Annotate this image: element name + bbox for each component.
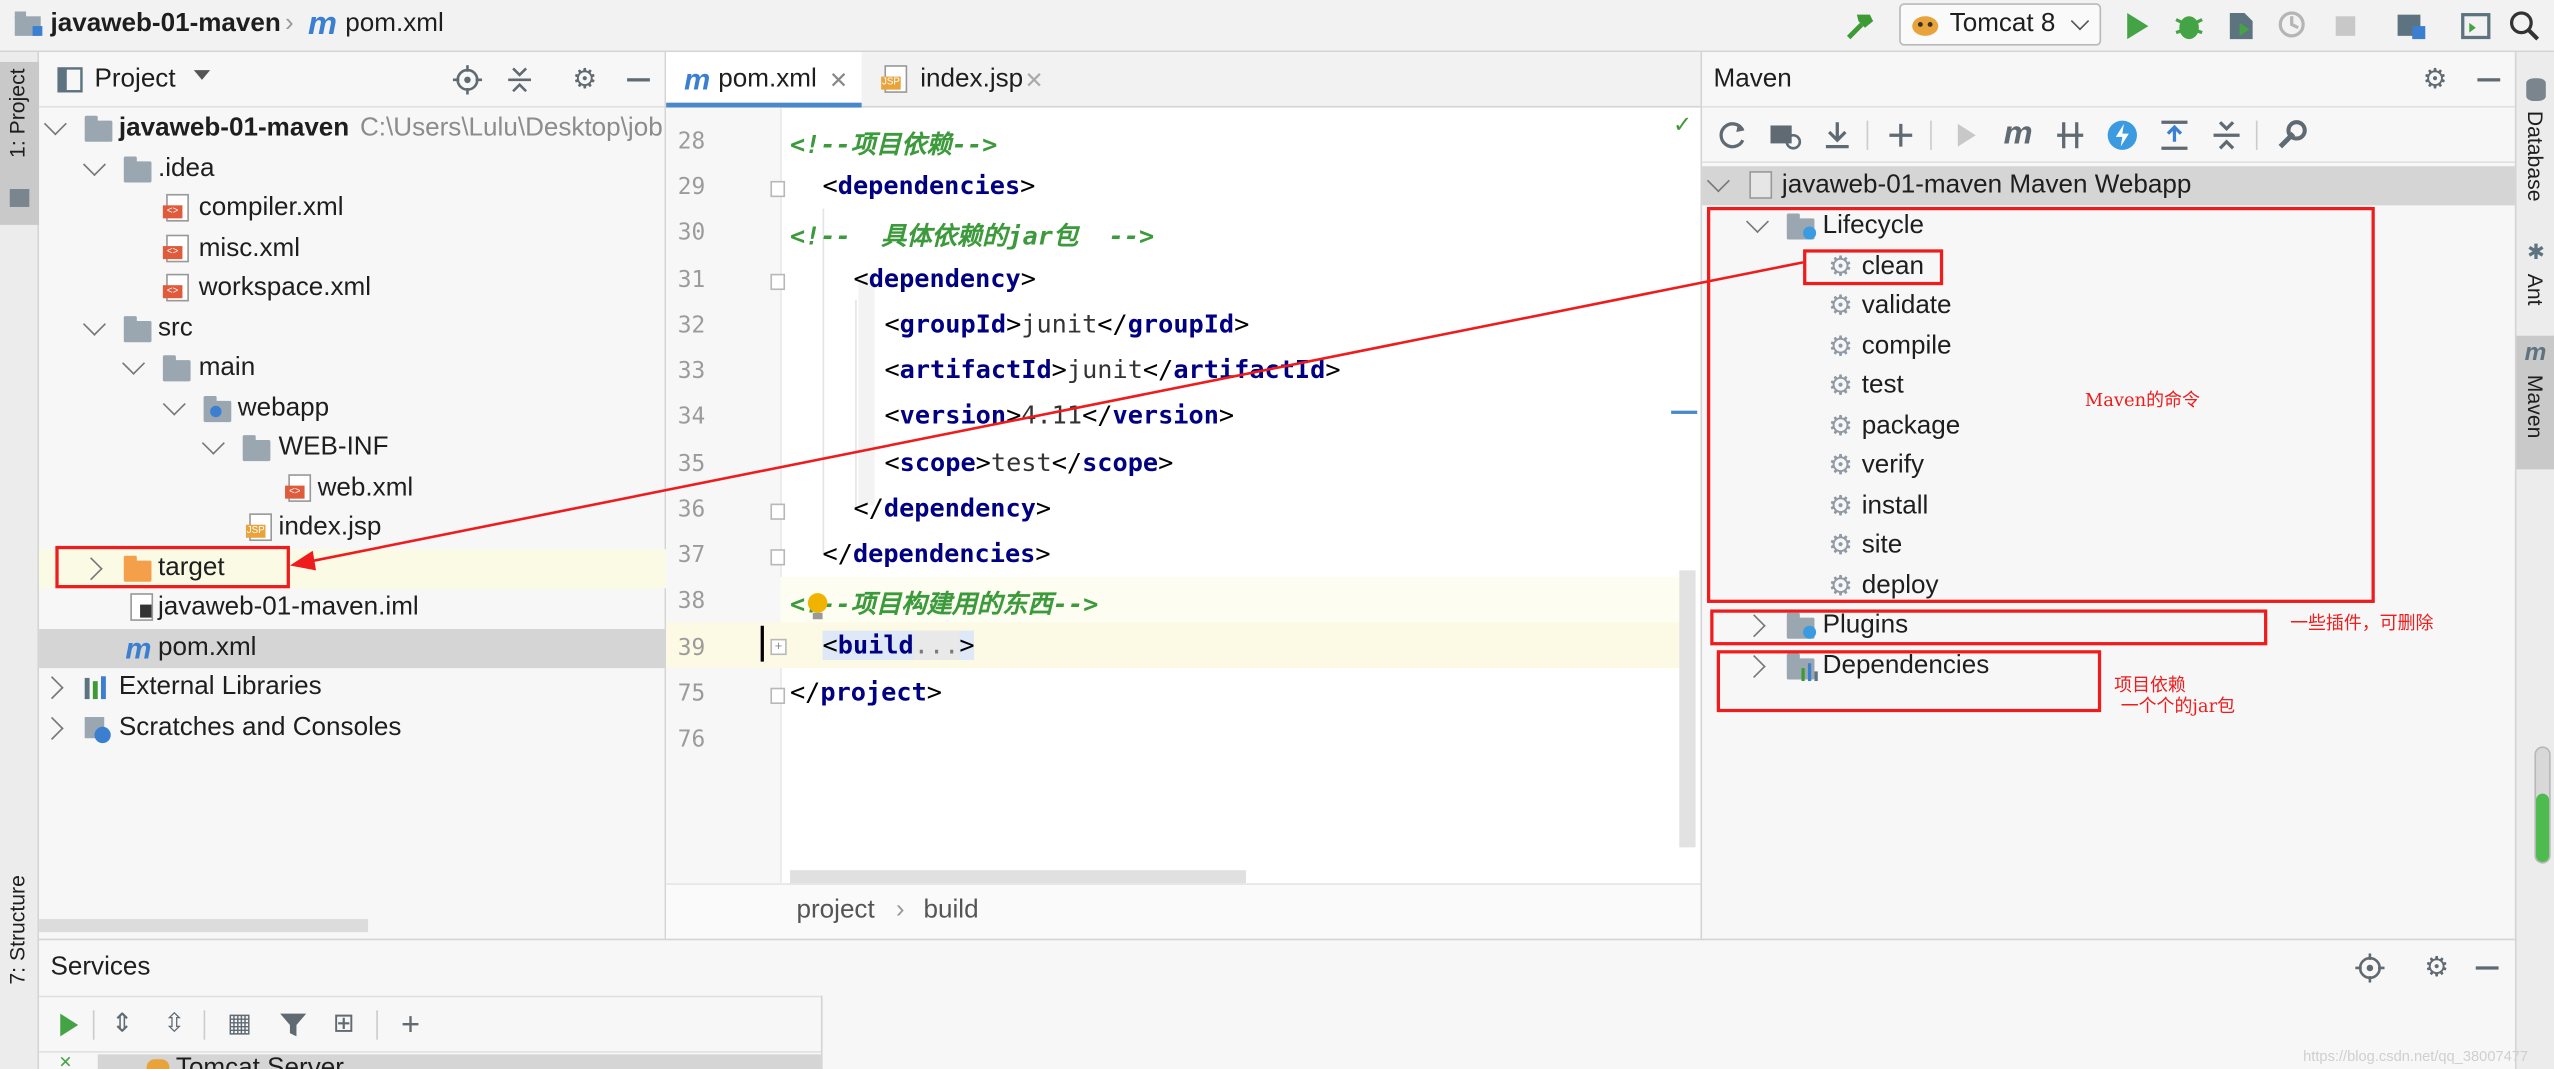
annotation-arrow-head bbox=[289, 550, 316, 571]
annotation-arrow bbox=[289, 261, 1804, 571]
annotation-arrow-line bbox=[305, 261, 1804, 564]
